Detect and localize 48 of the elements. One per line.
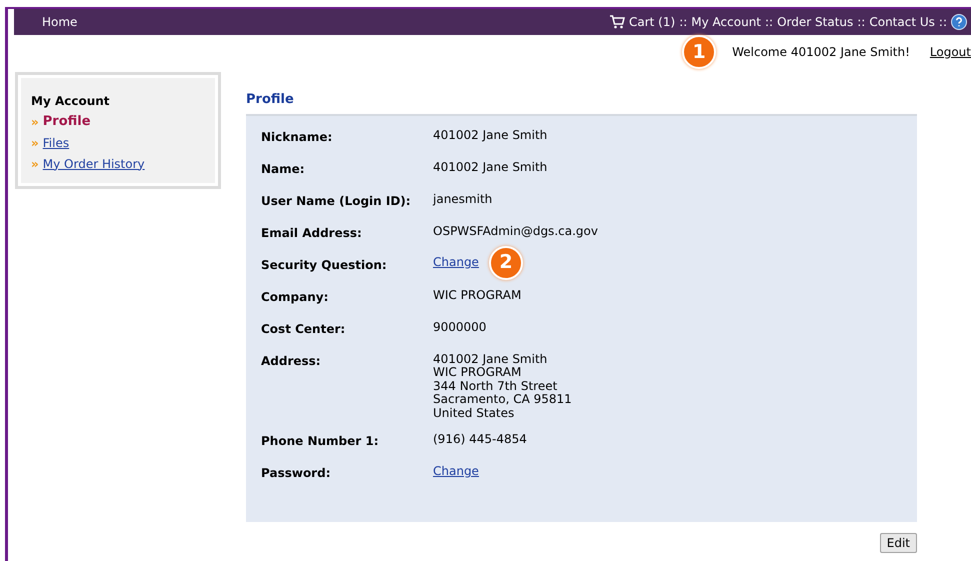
field-value: OSPWSFAdmin@dgs.ca.gov	[433, 224, 598, 238]
sidebar-item[interactable]: My Order History	[42, 154, 145, 172]
field-value: 401002 Jane Smith	[433, 128, 548, 142]
nav-separator: ::	[765, 14, 774, 31]
change-link[interactable]: Change	[433, 464, 479, 478]
nav-link[interactable]: Order Status	[777, 13, 854, 31]
field-value: Sacramento, CA 95811	[433, 393, 572, 406]
change-link[interactable]: Change	[433, 256, 479, 270]
callout-badge: 1	[682, 35, 716, 69]
bullet-icon: »	[31, 112, 39, 130]
nav-link[interactable]: Cart (1)	[629, 13, 676, 31]
profile-title: Profile	[246, 91, 295, 109]
field-value: 9000000	[433, 320, 486, 334]
field-value: 401002 Jane Smith	[433, 352, 548, 366]
field-value: United States	[433, 406, 516, 420]
field-label: User Name (Login ID):	[261, 192, 412, 210]
field-label: Nickname:	[261, 128, 334, 146]
callout-badge: 2	[488, 246, 523, 280]
edit-button[interactable]: Edit	[880, 532, 917, 552]
field-label: Company:	[261, 288, 330, 306]
sidebar-item[interactable]: Profile	[42, 112, 91, 132]
field-value: janesmith	[433, 192, 492, 206]
welcome-text: Welcome 401002 Jane Smith!	[732, 44, 910, 61]
field-label: Phone Number 1:	[261, 433, 380, 450]
home-link[interactable]: Home	[42, 13, 78, 31]
nav-link[interactable]: My Account	[691, 13, 762, 31]
field-label: Address:	[261, 352, 322, 370]
field-label: Password:	[261, 465, 332, 482]
field-value: (916) 445-4854	[433, 433, 527, 446]
field-value: 401002 Jane Smith	[433, 160, 548, 174]
field-label: Email Address:	[261, 224, 363, 242]
sidebar-title: My Account	[31, 93, 111, 110]
nav-separator: ::	[938, 14, 947, 31]
field-label: Security Question:	[261, 256, 388, 274]
field-value: 344 North 7th Street	[433, 380, 558, 393]
field-label: Name:	[261, 160, 306, 178]
field-value: WIC PROGRAM	[433, 366, 522, 380]
help-icon[interactable]	[951, 14, 967, 30]
sidebar-item[interactable]: Files	[42, 134, 70, 152]
logout-link[interactable]: Logout	[930, 43, 971, 61]
bullet-icon: »	[31, 154, 39, 172]
cart-icon	[609, 15, 625, 29]
nav-separator: ::	[679, 14, 688, 31]
nav-link[interactable]: Contact Us	[869, 13, 935, 31]
field-value: WIC PROGRAM	[433, 288, 522, 302]
nav-separator: ::	[857, 14, 866, 31]
field-label: Cost Center:	[261, 320, 346, 338]
bullet-icon: »	[31, 134, 39, 152]
